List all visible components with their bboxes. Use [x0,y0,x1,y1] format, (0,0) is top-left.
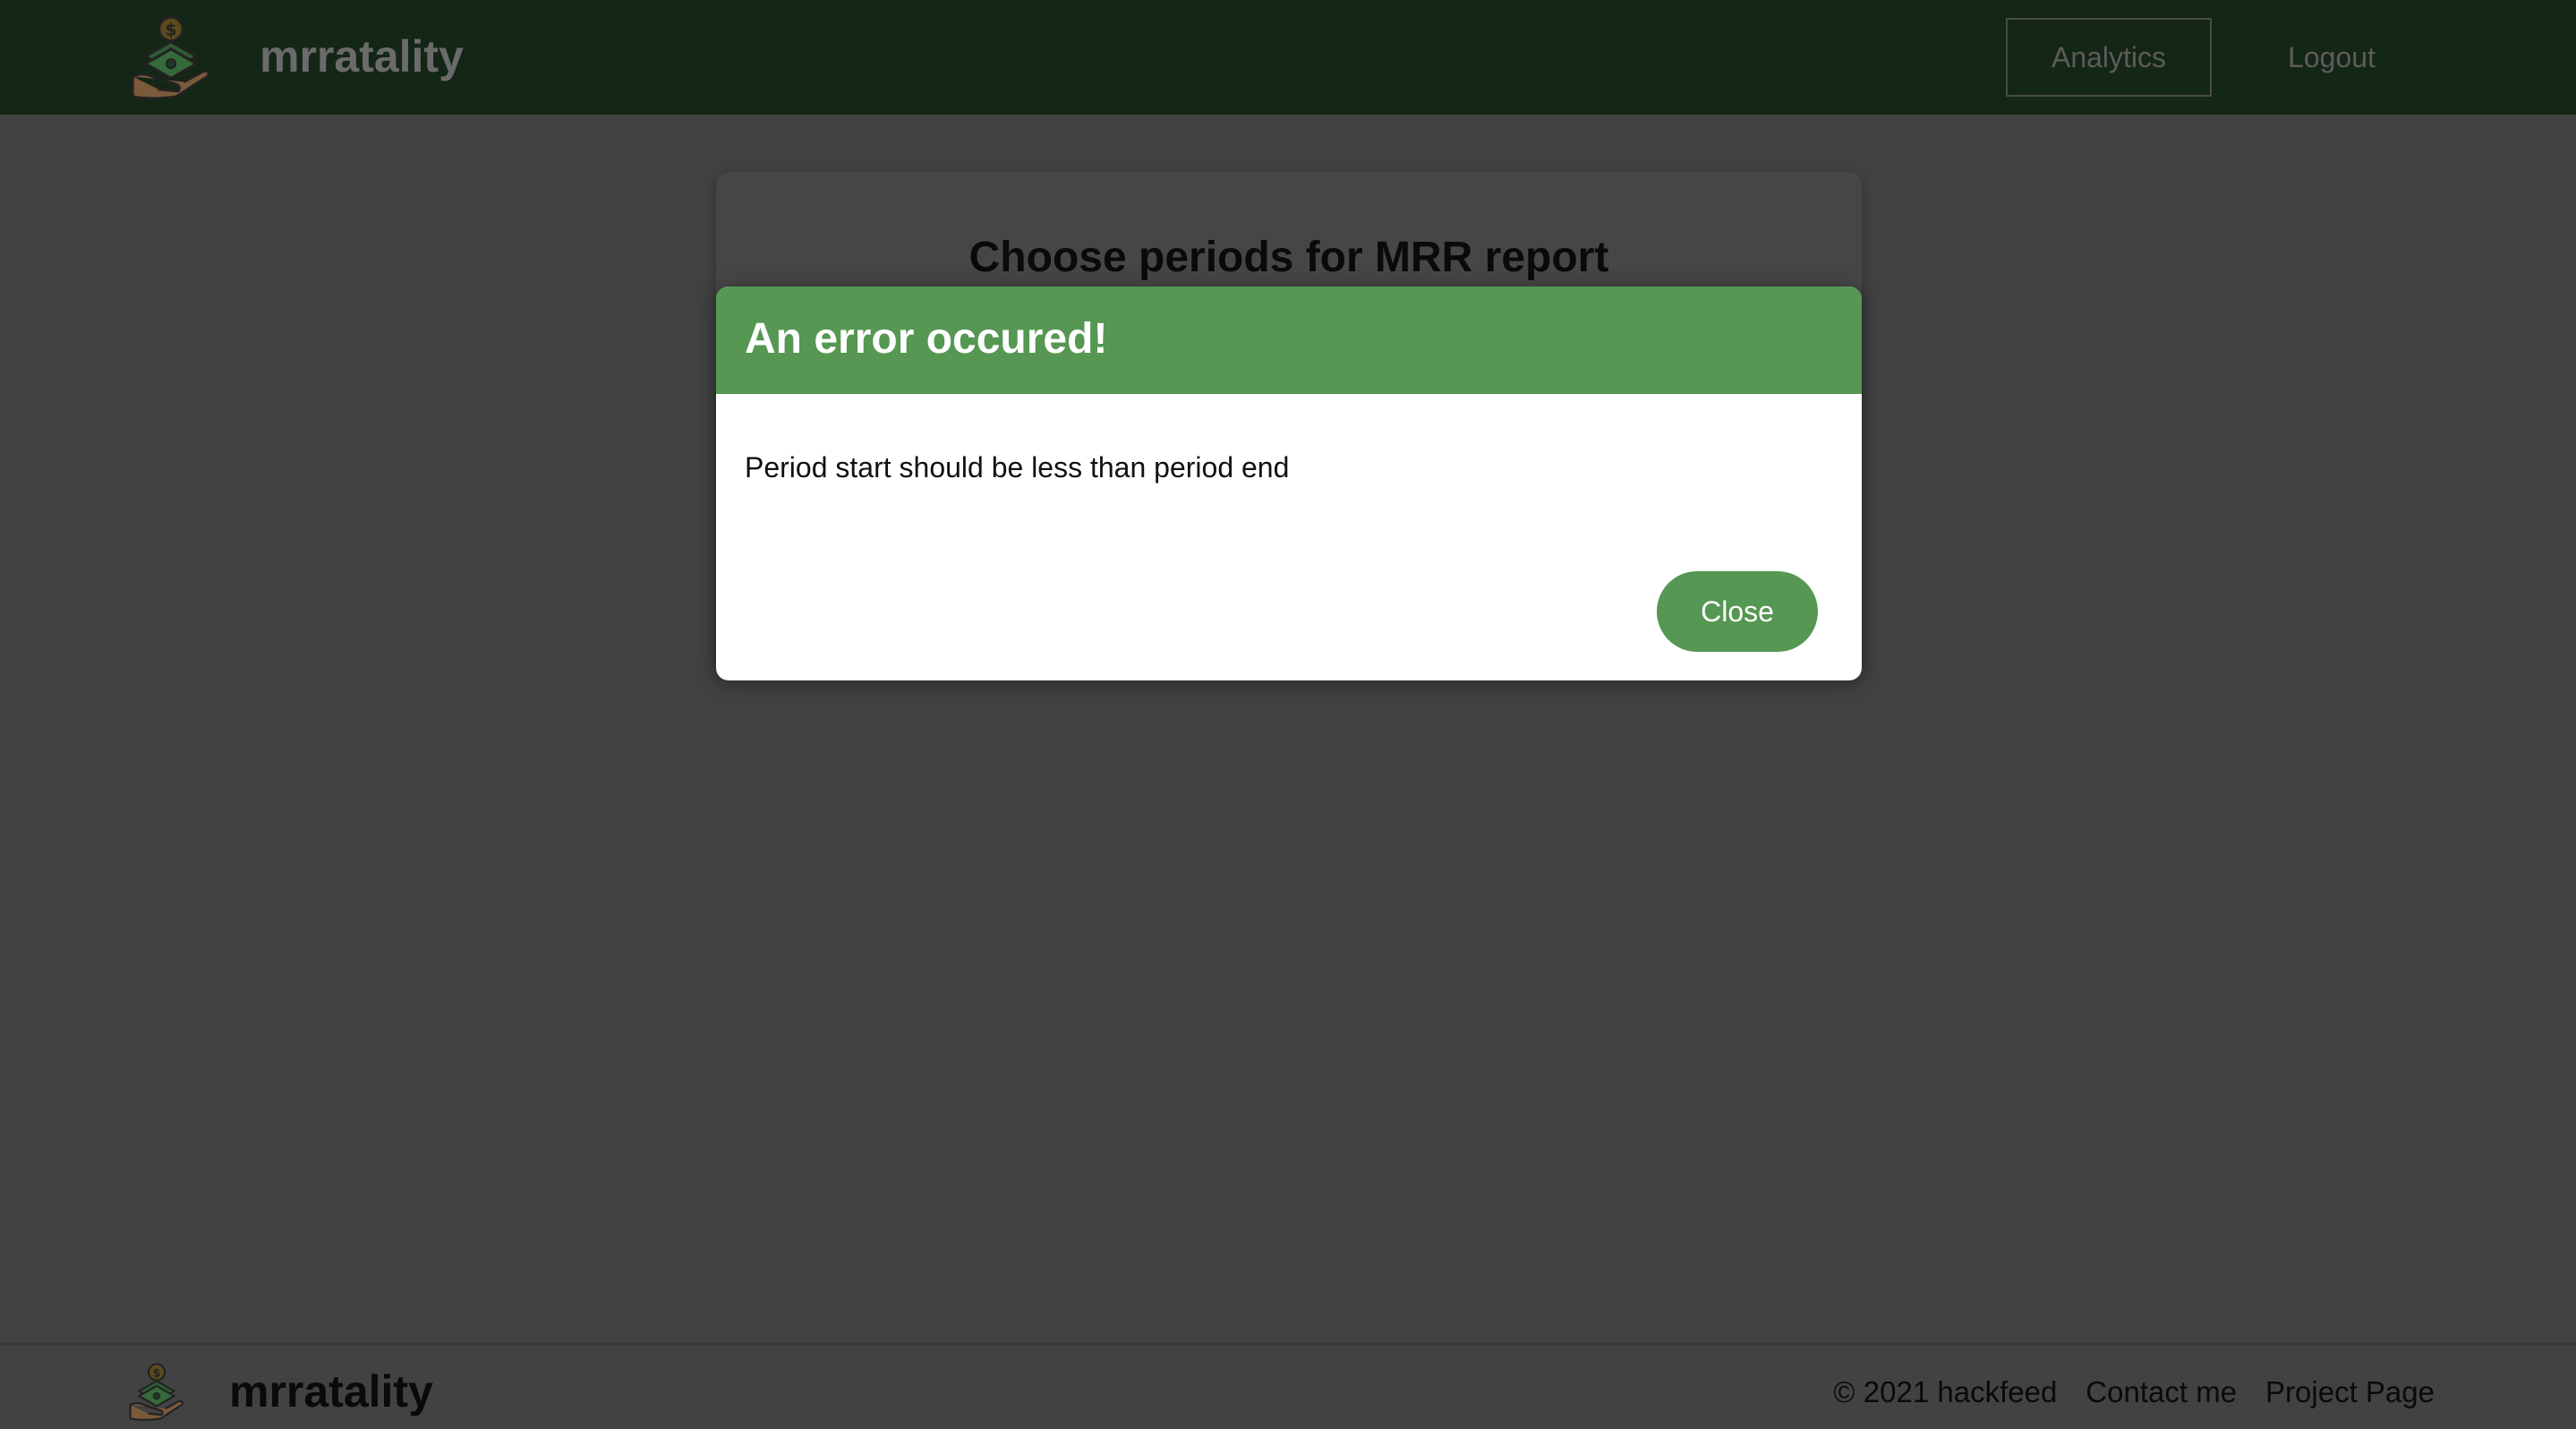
footer-contact-link[interactable]: Contact me [2086,1370,2237,1415]
header-brand[interactable]: mrratality [260,27,464,86]
modal-header: An error occured! [716,287,1862,394]
money-hand-logo-icon[interactable]: $ [125,1361,188,1424]
modal-title: An error occured! [745,315,1108,363]
close-button[interactable]: Close [1657,571,1818,652]
footer-copyright: © 2021 hackfeed [1833,1375,2058,1408]
footer-brand[interactable]: mrratality [229,1365,433,1418]
card-title: Choose periods for MRR report [968,234,1609,281]
footer-project-link[interactable]: Project Page [2265,1370,2435,1415]
svg-text:$: $ [166,21,177,40]
svg-text:$: $ [153,1366,161,1380]
nav-logout-button[interactable]: Logout [2265,18,2399,97]
top-navbar: $ mrratality Analytics Logout [0,0,2576,115]
nav-analytics-button[interactable]: Analytics [2006,18,2212,97]
money-hand-logo-icon[interactable]: $ [125,13,217,104]
modal-message: Period start should be less than period … [745,451,1290,483]
footer-links: © 2021 hackfeed Contact me Project Page [1833,1370,2435,1415]
error-modal: An error occured! Period start should be… [716,287,1862,680]
footer: $ mrratality © 2021 hackfeed Contact me … [0,1343,2576,1429]
